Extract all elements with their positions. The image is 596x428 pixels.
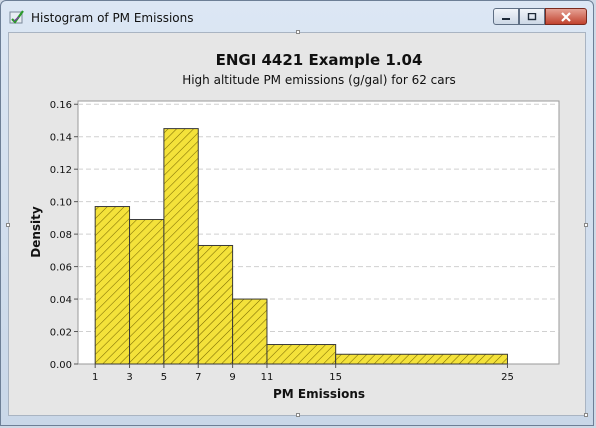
x-tick-label: 9 bbox=[229, 372, 235, 383]
histogram-chart: ENGI 4421 Example 1.04 High altitude PM … bbox=[29, 51, 560, 401]
y-tick-label: 0.10 bbox=[50, 198, 72, 209]
x-axis: 1 3 5 7 9 11 15 25 bbox=[92, 364, 514, 383]
y-tick-label: 0.08 bbox=[50, 230, 72, 241]
y-tick-label: 0.02 bbox=[50, 328, 72, 339]
y-tick-label: 0.12 bbox=[50, 165, 72, 176]
minimize-icon bbox=[502, 17, 510, 20]
window-title: Histogram of PM Emissions bbox=[31, 11, 194, 25]
graph-area: ENGI 4421 Example 1.04 High altitude PM … bbox=[6, 30, 588, 417]
y-tick-label: 0.00 bbox=[50, 360, 72, 371]
histogram-bar bbox=[129, 219, 165, 365]
window-controls bbox=[493, 8, 587, 26]
y-tick-label: 0.14 bbox=[50, 133, 72, 144]
x-tick-label: 5 bbox=[161, 372, 167, 383]
x-tick-label: 3 bbox=[126, 372, 132, 383]
histogram-bar bbox=[94, 206, 131, 365]
y-axis-label: Density bbox=[29, 206, 43, 258]
close-button[interactable] bbox=[545, 8, 587, 25]
graph-check-icon bbox=[9, 10, 24, 24]
histogram-bar bbox=[197, 244, 234, 365]
x-axis-label: PM Emissions bbox=[273, 387, 365, 401]
x-tick-label: 7 bbox=[195, 372, 201, 383]
x-tick-label: 15 bbox=[329, 372, 342, 383]
title-bar[interactable]: Histogram of PM Emissions bbox=[1, 1, 593, 31]
x-tick-label: 25 bbox=[501, 372, 514, 383]
maximize-icon bbox=[527, 12, 537, 20]
histogram-bar bbox=[232, 298, 268, 365]
x-tick-label: 11 bbox=[261, 372, 274, 383]
y-tick-label: 0.06 bbox=[50, 263, 72, 274]
maximize-button[interactable] bbox=[519, 8, 545, 25]
chart-title: ENGI 4421 Example 1.04 bbox=[216, 51, 423, 69]
histogram-window: Histogram of PM Emissions ENGI 4421 Exam… bbox=[0, 0, 594, 426]
histogram-bar bbox=[163, 128, 199, 365]
histogram-bar bbox=[335, 353, 508, 365]
minimize-button[interactable] bbox=[493, 8, 519, 25]
y-tick-label: 0.16 bbox=[50, 100, 72, 111]
y-axis: 0.00 0.02 0.04 0.06 0.08 0.10 0.12 0.14 0.16 bbox=[50, 100, 78, 371]
close-icon bbox=[561, 11, 571, 22]
x-tick-label: 1 bbox=[92, 372, 98, 383]
y-tick-label: 0.04 bbox=[50, 295, 72, 306]
histogram-bar bbox=[266, 344, 337, 365]
chart-subtitle: High altitude PM emissions (g/gal) for 6… bbox=[182, 73, 456, 87]
